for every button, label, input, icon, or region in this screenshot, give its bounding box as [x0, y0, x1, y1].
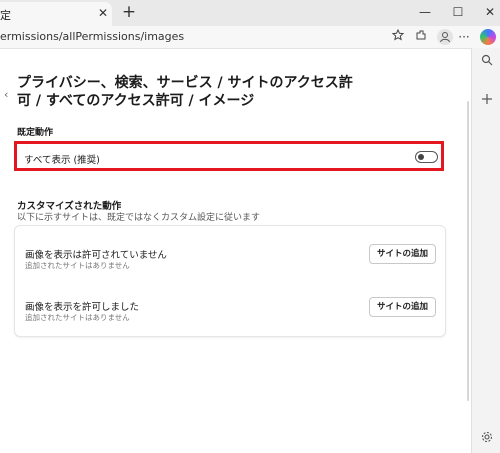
new-tab-icon[interactable]: + — [120, 3, 138, 21]
search-icon[interactable] — [478, 53, 496, 71]
more-icon[interactable]: ··· — [456, 29, 472, 45]
add-blocked-site-button[interactable]: サイトの追加 — [369, 244, 436, 264]
url-field[interactable]: ermissions/allPermissions/images — [0, 30, 184, 43]
allowed-subtitle: 追加されたサイトはありません — [25, 313, 130, 322]
toggle-knob — [418, 154, 424, 160]
profile-icon[interactable] — [437, 29, 453, 45]
tab-title: 定 — [0, 9, 11, 22]
page-title: プライバシー、検索、サービス / サイトのアクセス許可 / すべてのアクセス許可… — [17, 75, 353, 109]
window-close-icon[interactable]: ✕ — [481, 3, 499, 21]
extensions-icon[interactable] — [413, 29, 429, 45]
show-all-toggle[interactable] — [415, 151, 438, 163]
default-behavior-row: すべて表示 (推奨) — [14, 141, 444, 171]
tab-bar: 定 ✕ + — ☐ ✕ — [0, 0, 500, 26]
back-chevron-icon[interactable]: ‹ — [4, 88, 8, 101]
default-behavior-label: 既定動作 — [17, 128, 54, 138]
add-allowed-site-button[interactable]: サイトの追加 — [369, 297, 436, 317]
copilot-icon[interactable] — [480, 29, 496, 45]
edge-sidebar — [471, 48, 500, 453]
blocked-title: 画像を表示は許可されていません — [25, 250, 167, 261]
custom-behavior-subtitle: 以下に示すサイトは、既定ではなくカスタム設定に従います — [17, 213, 261, 223]
scrollbar[interactable] — [467, 101, 469, 401]
add-icon[interactable] — [478, 92, 496, 110]
show-all-label: すべて表示 (推奨) — [24, 155, 100, 166]
blocked-subtitle: 追加されたサイトはありません — [25, 261, 130, 270]
allowed-title: 画像を表示を許可しました — [25, 302, 140, 313]
minimize-icon[interactable]: — — [416, 3, 434, 21]
tab-close-icon[interactable]: ✕ — [96, 6, 110, 20]
maximize-icon[interactable]: ☐ — [449, 3, 467, 21]
active-tab[interactable]: 定 ✕ — [0, 2, 112, 26]
settings-icon[interactable] — [478, 430, 496, 448]
custom-sites-card: 画像を表示は許可されていません 追加されたサイトはありません サイトの追加 画像… — [14, 225, 446, 337]
favorite-star-icon[interactable] — [390, 28, 406, 45]
